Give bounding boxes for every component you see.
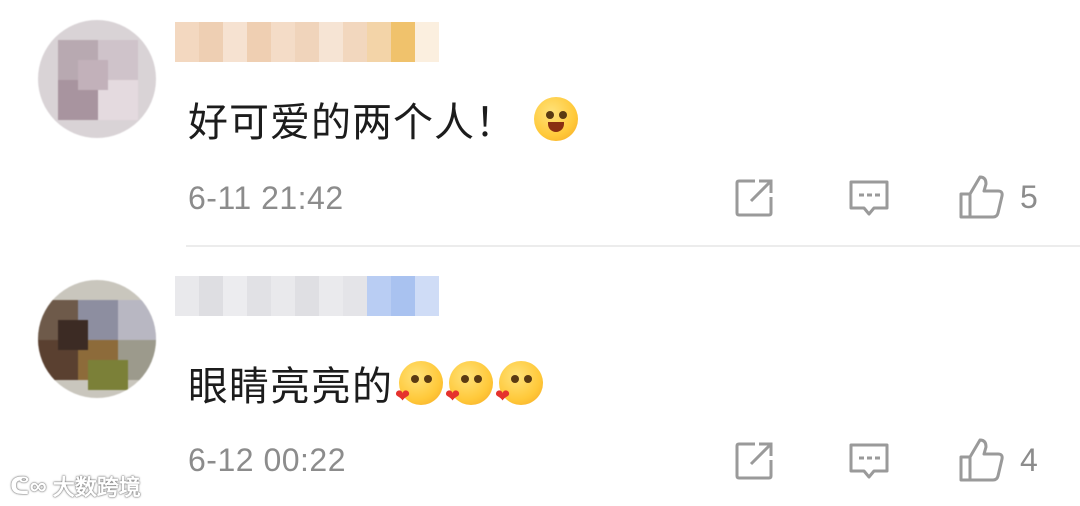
share-icon — [735, 442, 773, 480]
comment-text-content: 好可爱的两个人！ — [188, 101, 516, 145]
share-button[interactable] — [733, 177, 775, 219]
thumbs-up-icon — [959, 438, 1004, 482]
username-blurred[interactable] — [175, 22, 439, 62]
watermark-text: 大数跨境 — [52, 475, 141, 500]
reply-button[interactable] — [848, 178, 890, 220]
username-blurred[interactable] — [175, 276, 439, 316]
kissing-heart-face-emoji: ❤ — [395, 361, 443, 405]
watermark: ᕦ∞ 大数跨境 — [10, 470, 141, 502]
thumbs-up-icon — [959, 175, 1004, 219]
like-count: 4 — [1020, 441, 1038, 478]
comment-icon — [849, 443, 889, 479]
kissing-heart-face-emoji: ❤ — [445, 361, 493, 405]
kissing-heart-face-emoji: ❤ — [495, 361, 543, 405]
share-button[interactable] — [733, 440, 775, 482]
weibo-logo-icon: ᕦ∞ — [10, 472, 47, 500]
comment-item: 眼睛亮亮的 ❤ ❤ ❤ — [0, 248, 1080, 506]
comment-icon — [849, 180, 889, 216]
share-icon — [735, 179, 773, 217]
like-count: 5 — [1020, 178, 1038, 215]
avatar[interactable] — [38, 20, 156, 138]
grinning-face-emoji — [534, 97, 578, 141]
like-button[interactable]: 4 — [958, 437, 1038, 483]
comment-text: 眼睛亮亮的 ❤ ❤ ❤ — [188, 354, 543, 412]
reply-button[interactable] — [848, 441, 890, 483]
comment-item: 好可爱的两个人！ 6-11 21:42 — [0, 0, 1080, 246]
comment-timestamp: 6-11 21:42 — [188, 180, 344, 216]
comment-text-content: 眼睛亮亮的 — [188, 365, 393, 409]
comment-text: 好可爱的两个人！ — [188, 90, 578, 148]
like-button[interactable]: 5 — [958, 174, 1038, 220]
divider — [186, 245, 1080, 247]
avatar[interactable] — [38, 280, 156, 398]
comment-timestamp: 6-12 00:22 — [188, 442, 347, 478]
